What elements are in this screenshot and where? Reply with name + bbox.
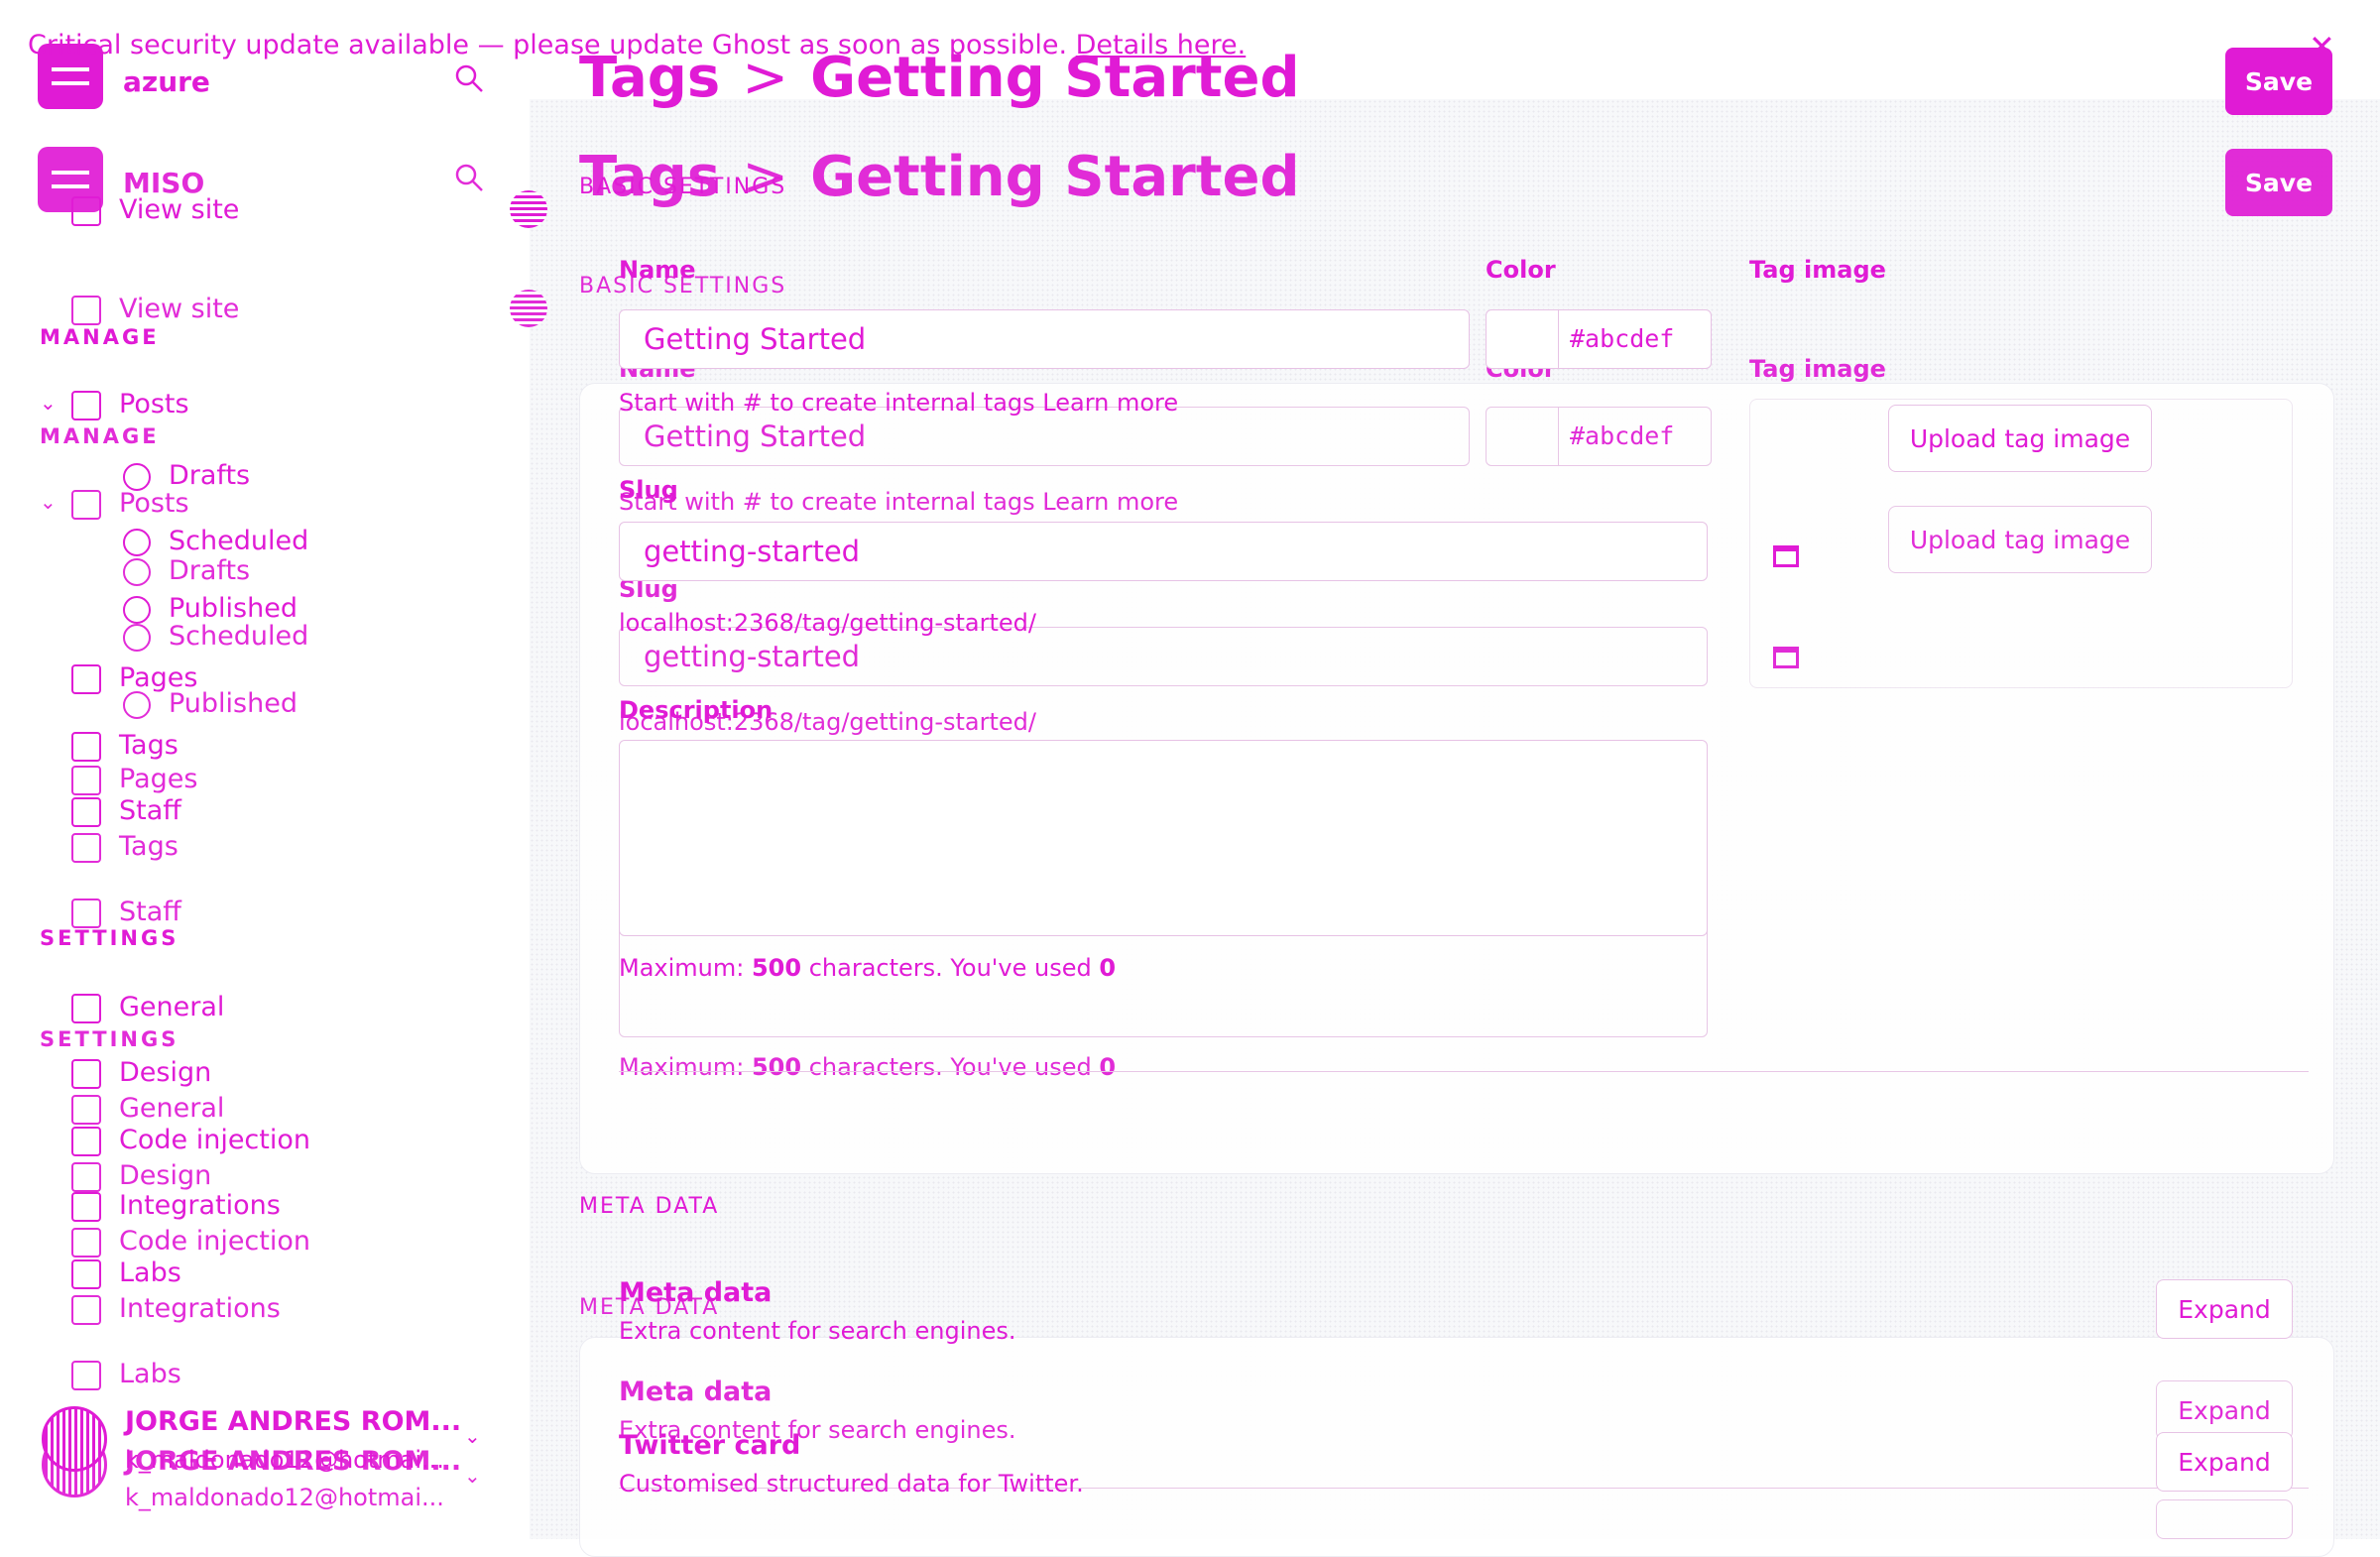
nav-published-label: Published — [169, 593, 298, 624]
description-label: Description — [619, 696, 774, 724]
pencil-icon — [123, 462, 151, 491]
nav-drafts-label: Drafts — [169, 460, 251, 491]
nav-labs-label: Labs — [119, 1258, 181, 1288]
nav-labs[interactable]: Labs — [71, 1258, 181, 1289]
description-counter: Maximum: 500 characters. You've used 0 — [619, 954, 1116, 982]
slug-url: localhost:2368/tag/getting-started/ — [619, 609, 1036, 637]
published-icon — [123, 595, 151, 624]
used-count: 0 — [1099, 954, 1117, 982]
name-input[interactable]: Getting Started — [619, 309, 1470, 369]
nav-tags-label: Tags — [119, 730, 178, 761]
nav-general[interactable]: General — [71, 992, 224, 1023]
sidebar-primary: azure View site MANAGE ⌄ Posts Drafts Sc… — [0, 0, 547, 1539]
chevron-down-icon[interactable]: ⌄ — [464, 1424, 481, 1448]
brush-icon — [71, 1058, 101, 1089]
save-button[interactable]: Save — [2225, 48, 2332, 115]
slug-input[interactable]: getting-started — [619, 522, 1708, 581]
meta-expand-button[interactable]: Expand — [2156, 1279, 2293, 1339]
code-icon — [71, 1126, 101, 1156]
nav-scheduled[interactable]: Scheduled — [123, 526, 308, 556]
upload-tag-image-button[interactable]: Upload tag image — [1888, 405, 2152, 472]
breadcrumb-separator: > — [742, 46, 789, 110]
nav-staff[interactable]: Staff — [71, 795, 181, 827]
nav-design-label: Design — [119, 1057, 212, 1088]
meta-data-heading: META DATA — [579, 1194, 720, 1219]
color-value[interactable]: #abcdef — [1570, 310, 1674, 368]
nav-view-site-label: View site — [119, 194, 240, 225]
flask-icon — [71, 1258, 101, 1289]
nav-view-site[interactable]: View site — [71, 194, 239, 226]
color-field[interactable]: #abcdef — [1486, 309, 1712, 369]
chevron-down-icon[interactable]: ⌄ — [40, 391, 57, 415]
clock-icon — [123, 528, 151, 556]
nav-posts-label: Posts — [119, 389, 189, 419]
description-textarea[interactable] — [619, 740, 1708, 936]
basic-settings-heading: BASIC SETTINGS — [579, 175, 787, 199]
staff-icon — [71, 796, 101, 827]
site-name[interactable]: azure — [123, 65, 210, 98]
slug-label: Slug — [619, 476, 678, 504]
gear-icon — [71, 993, 101, 1023]
nav-integrations-label: Integrations — [119, 1190, 281, 1221]
max-prefix: Maximum: — [619, 954, 745, 982]
nav-staff-label: Staff — [119, 795, 181, 826]
integrations-icon — [71, 1191, 101, 1222]
pages-icon — [71, 663, 101, 694]
tag-icon — [71, 731, 101, 762]
nav-general-label: General — [119, 992, 225, 1022]
max-middle: characters. You've used — [808, 954, 1092, 982]
search-icon[interactable] — [454, 63, 484, 93]
breadcrumb-current: Getting Started — [810, 46, 1300, 110]
nav-pages[interactable]: Pages — [71, 662, 197, 694]
home-icon — [71, 195, 101, 226]
breadcrumb: Tags > Getting Started — [579, 46, 1300, 110]
image-icon — [1773, 545, 1799, 567]
twitter-card-title: Twitter card — [619, 1430, 801, 1461]
globe-icon[interactable] — [510, 190, 547, 228]
color-swatch[interactable] — [1487, 310, 1559, 368]
user-name[interactable]: JORGE ANDRES ROM... — [125, 1406, 461, 1437]
user-email: k_maldonado12@hotmai... — [125, 1446, 444, 1474]
nav-code-injection[interactable]: Code injection — [71, 1125, 310, 1156]
ghost-layer-primary: azure View site MANAGE ⌄ Posts Drafts Sc… — [0, 0, 2380, 1539]
tag-image-label: Tag image — [1749, 256, 1886, 284]
name-hint: Start with # to create internal tags Lea… — [619, 389, 1179, 417]
nav-published[interactable]: Published — [123, 593, 298, 624]
nav-posts[interactable]: Posts — [71, 389, 189, 420]
meta-data-desc: Extra content for search engines. — [619, 1317, 1016, 1345]
avatar[interactable] — [42, 1406, 107, 1472]
nav-integrations[interactable]: Integrations — [71, 1190, 281, 1222]
settings-heading: SETTINGS — [40, 926, 179, 950]
twitter-card-desc: Customised structured data for Twitter. — [619, 1470, 1084, 1497]
nav-code-injection-label: Code injection — [119, 1125, 310, 1155]
manage-heading: MANAGE — [40, 325, 160, 349]
name-label: Name — [619, 256, 696, 284]
twitter-expand-button[interactable]: Expand — [2156, 1432, 2293, 1492]
meta-data-title: Meta data — [619, 1277, 773, 1308]
posts-icon — [71, 390, 101, 420]
nav-design[interactable]: Design — [71, 1057, 211, 1089]
breadcrumb-parent-link[interactable]: Tags — [579, 46, 720, 110]
nav-tags[interactable]: Tags — [71, 730, 178, 762]
nav-drafts[interactable]: Drafts — [123, 460, 250, 491]
nav-pages-label: Pages — [119, 662, 198, 693]
color-label: Color — [1486, 256, 1556, 284]
nav-scheduled-label: Scheduled — [169, 526, 309, 556]
max-count: 500 — [751, 954, 802, 982]
